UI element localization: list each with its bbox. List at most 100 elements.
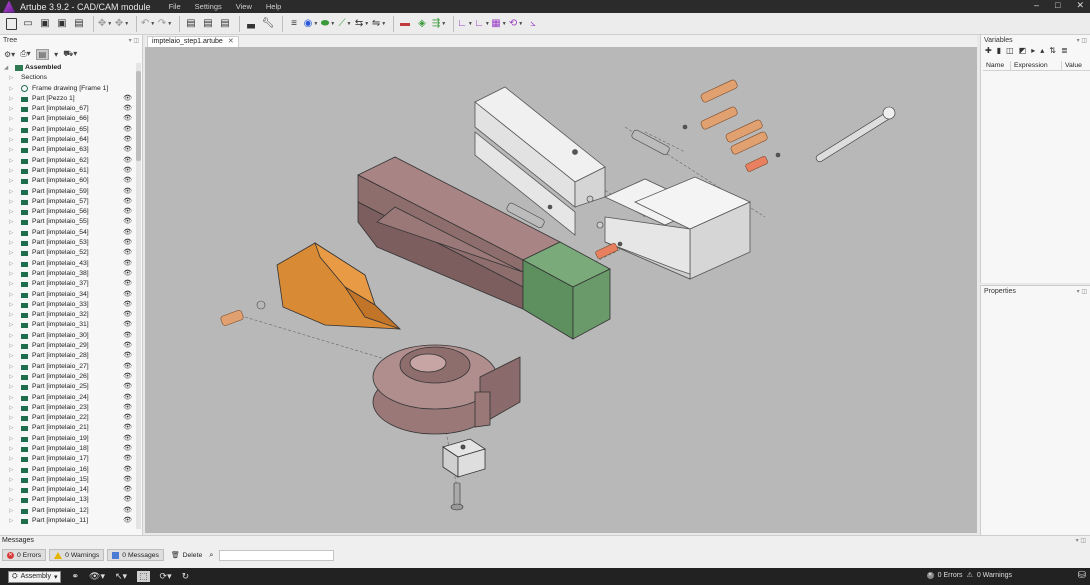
messages-search-input[interactable] xyxy=(219,549,335,561)
tree-item[interactable]: ▷ Part [imptelaio_62] 👁︎ xyxy=(0,156,135,166)
visibility-eye-icon[interactable]: 👁︎ xyxy=(123,114,132,124)
save-as-icon[interactable]: ▣ xyxy=(55,17,69,31)
expand-arrow-icon[interactable]: ▷ xyxy=(9,197,13,207)
import-iges-icon[interactable]: ▤ xyxy=(218,17,232,31)
transform-icon[interactable]: ⇶ ▼ xyxy=(432,17,446,31)
expand-arrow-icon[interactable]: ▷ xyxy=(9,187,13,197)
expand-arrow-icon[interactable]: ▷ xyxy=(9,217,13,227)
save-icon[interactable]: ▣ xyxy=(38,17,52,31)
expand-arrow-icon[interactable]: ▷ xyxy=(9,290,13,300)
tree-item[interactable]: ▷ Part [imptelaio_38] 👁︎ xyxy=(0,269,135,279)
dropdown-icon[interactable]: ▾ xyxy=(54,50,58,59)
select-tool-icon[interactable]: ⬚ xyxy=(137,571,150,582)
tree-item[interactable]: ▷ Part [imptelaio_18] 👁︎ xyxy=(0,444,135,454)
visibility-eye-icon[interactable]: 👁︎ xyxy=(123,125,132,135)
list-icon[interactable]: ≡ xyxy=(287,17,301,31)
visibility-eye-icon[interactable]: 👁︎ xyxy=(123,372,132,382)
expand-arrow-icon[interactable]: ▷ xyxy=(9,104,13,114)
visibility-eye-icon[interactable]: 👁︎ xyxy=(123,259,132,269)
scrollbar-thumb[interactable] xyxy=(136,71,141,161)
tree-item[interactable]: ▷ Part [imptelaio_53] 👁︎ xyxy=(0,238,135,248)
tree-item[interactable]: ▷ Part [imptelaio_12] 👁︎ xyxy=(0,506,135,516)
expand-arrow-icon[interactable]: ▷ xyxy=(9,114,13,124)
axis-point-icon[interactable]: ∟ ▼ xyxy=(474,17,490,31)
expand-arrow-icon[interactable]: ▷ xyxy=(9,434,13,444)
pin-icon[interactable]: ▾ ◫ xyxy=(1077,36,1087,46)
expand-arrow-icon[interactable]: ▷ xyxy=(9,372,13,382)
visibility-eye-icon[interactable]: 👁︎ xyxy=(123,94,132,104)
copy-variable-icon[interactable]: ◫ xyxy=(1006,46,1014,55)
tree-item[interactable]: ▷ Part [imptelaio_27] 👁︎ xyxy=(0,362,135,372)
3d-viewport[interactable] xyxy=(145,47,977,533)
visibility-eye-icon[interactable]: 👁︎ xyxy=(123,351,132,361)
circle-target-icon[interactable]: ◉ ▼ xyxy=(304,17,319,31)
machine-icon[interactable]: ▃ xyxy=(244,17,258,31)
expand-arrow-icon[interactable]: ▷ xyxy=(9,310,13,320)
column-value[interactable]: Value xyxy=(1062,61,1090,70)
arrow-up-icon[interactable]: ▴ xyxy=(1040,46,1044,55)
visibility-eye-icon[interactable]: 👁︎ xyxy=(123,444,132,454)
menu-view[interactable]: View xyxy=(236,2,252,11)
tree-item[interactable]: ▷ Part [imptelaio_43] 👁︎ xyxy=(0,259,135,269)
sort-icon[interactable]: ⇅ xyxy=(1049,46,1056,55)
tree-root[interactable]: ◢ Assembled xyxy=(0,63,135,73)
expand-arrow-icon[interactable]: ▷ xyxy=(9,516,13,526)
tree-item[interactable]: ▷ Frame drawing [Frame 1] xyxy=(0,84,135,94)
print-icon[interactable]: ⎙▾ xyxy=(20,49,30,59)
expand-arrow-icon[interactable]: ▷ xyxy=(9,485,13,495)
expand-arrow-icon[interactable]: ▷ xyxy=(9,259,13,269)
tree-item[interactable]: ▷ Part [imptelaio_57] 👁︎ xyxy=(0,197,135,207)
expand-arrow-icon[interactable]: ▷ xyxy=(9,125,13,135)
edit-variable-icon[interactable]: ◩ xyxy=(1019,46,1027,55)
tree-item[interactable]: ▷ Part [imptelaio_21] 👁︎ xyxy=(0,423,135,433)
expand-arrow-icon[interactable]: ▷ xyxy=(9,362,13,372)
plane-icon[interactable]: ▦ ▼ xyxy=(491,17,506,31)
visibility-eye-icon[interactable]: 👁︎ xyxy=(123,320,132,330)
visibility-eye-icon[interactable]: 👁︎ xyxy=(123,248,132,258)
section-icon[interactable]: ▬ xyxy=(398,17,412,31)
tree-item[interactable]: ▷ Part [imptelaio_22] 👁︎ xyxy=(0,413,135,423)
tree-item[interactable]: ▷ Part [imptelaio_52] 👁︎ xyxy=(0,248,135,258)
visibility-eye-icon[interactable]: 👁︎ xyxy=(123,290,132,300)
tree-item[interactable]: ▷ Part [imptelaio_14] 👁︎ xyxy=(0,485,135,495)
tree-item[interactable]: ▷ Part [imptelaio_30] 👁︎ xyxy=(0,331,135,341)
minimize-icon[interactable]: – xyxy=(1034,0,1039,11)
expand-arrow-icon[interactable]: ▷ xyxy=(9,145,13,155)
close-tab-icon[interactable]: ✕ xyxy=(228,38,234,45)
visibility-eye-icon[interactable]: 👁︎ xyxy=(123,145,132,155)
expand-arrow-icon[interactable]: ▷ xyxy=(9,393,13,403)
tree-item[interactable]: ▷ Part [imptelaio_17] 👁︎ xyxy=(0,454,135,464)
column-expression[interactable]: Expression xyxy=(1011,61,1062,70)
visibility-eye-icon[interactable]: 👁︎ xyxy=(123,454,132,464)
visibility-eye-icon[interactable]: 👁︎ xyxy=(123,382,132,392)
redo-view-icon[interactable]: ↻ xyxy=(182,571,190,582)
pin-icon[interactable]: ▾ ◫ xyxy=(129,36,139,46)
move-icon[interactable]: ✥ ▼ xyxy=(115,17,129,31)
visibility-eye-icon[interactable]: 👁︎ xyxy=(123,413,132,423)
tree-item[interactable]: ▷ Part [imptelaio_34] 👁︎ xyxy=(0,290,135,300)
expand-arrow-icon[interactable]: ▷ xyxy=(9,269,13,279)
visibility-eye-icon[interactable]: 👁︎ xyxy=(123,207,132,217)
bend-icon[interactable]: ⟋ ▼ xyxy=(338,17,352,31)
visibility-eye-icon[interactable]: 👁︎ xyxy=(123,176,132,186)
visibility-eye-icon[interactable]: 👁︎ xyxy=(123,269,132,279)
expand-arrow-icon[interactable]: ▷ xyxy=(9,403,13,413)
tree-item[interactable]: ▷ Part [imptelaio_63] 👁︎ xyxy=(0,145,135,155)
car-icon[interactable]: ⛟▾ xyxy=(63,49,77,59)
tree-item[interactable]: ▷ Part [imptelaio_13] 👁︎ xyxy=(0,495,135,505)
expand-arrow-icon[interactable]: ▷ xyxy=(9,176,13,186)
expand-arrow-icon[interactable]: ▷ xyxy=(9,94,13,104)
import-icon[interactable]: ▤ xyxy=(184,17,198,31)
pin-icon[interactable]: ▾ ◫ xyxy=(1076,537,1086,544)
menu-settings[interactable]: Settings xyxy=(195,2,222,11)
visibility-eye-icon[interactable]: 👁︎ xyxy=(123,485,132,495)
messages-filter-button[interactable]: 0 Messages xyxy=(107,549,164,561)
snap-icon[interactable]: ✥ ▼ xyxy=(98,17,112,31)
tree-item[interactable]: ▷ Part [imptelaio_31] 👁︎ xyxy=(0,320,135,330)
measure-icon[interactable]: ⇋ ▼ xyxy=(372,17,386,31)
expand-arrow-icon[interactable]: ▷ xyxy=(9,423,13,433)
tree-item[interactable]: ▷ Part [imptelaio_67] 👁︎ xyxy=(0,104,135,114)
eye-icon[interactable]: 👁︎▾ xyxy=(89,571,105,582)
expand-arrow-icon[interactable]: ▷ xyxy=(9,166,13,176)
tree-item[interactable]: ▷ Part [imptelaio_65] 👁︎ xyxy=(0,125,135,135)
